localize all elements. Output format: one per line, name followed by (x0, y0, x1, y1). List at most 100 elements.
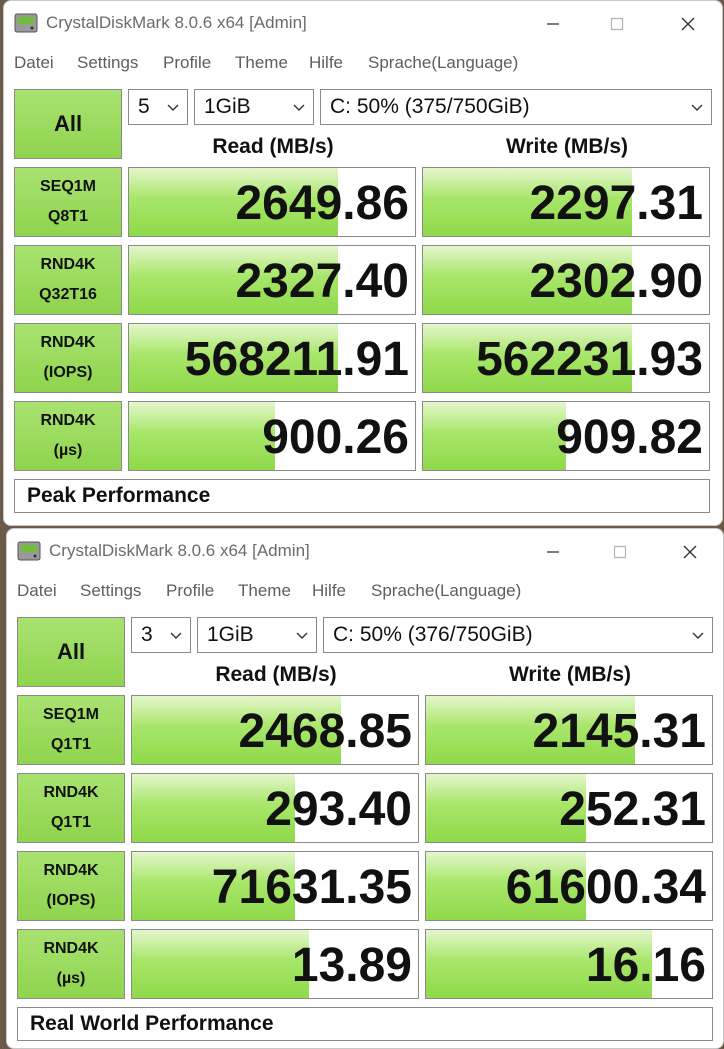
write-result-value: 2145.31 (532, 705, 706, 758)
read-result-value: 568211.91 (184, 333, 409, 386)
app-disk-icon (14, 13, 38, 33)
test-count-select[interactable]: 5 (128, 89, 188, 125)
test-rnd4k-q32t16-button[interactable]: RND4K Q32T16 (14, 245, 122, 315)
chevron-down-icon (692, 632, 704, 639)
read-result-cell: 900.26 (128, 401, 416, 471)
title-bar[interactable]: CrystalDiskMark 8.0.6 x64 [Admin] (4, 1, 722, 47)
close-button[interactable] (668, 9, 708, 39)
menu-theme[interactable]: Theme (238, 581, 291, 601)
menu-profile[interactable]: Profile (163, 53, 211, 73)
row-label-line2: (µs) (56, 970, 86, 987)
read-result-cell: 2327.40 (128, 245, 416, 315)
test-rnd4k-iops-button[interactable]: RND4K (IOPS) (17, 851, 125, 921)
test-seq1m-q1t1-button[interactable]: SEQ1M Q1T1 (17, 695, 125, 765)
read-result-bar (132, 930, 310, 998)
close-icon (683, 545, 697, 559)
test-count-value: 3 (141, 623, 153, 646)
menu-profile[interactable]: Profile (166, 581, 214, 601)
read-header: Read (MB/s) (215, 663, 337, 686)
read-result-value: 71631.35 (211, 861, 412, 914)
minimize-button[interactable] (533, 537, 573, 567)
row-label-line1: RND4K (40, 412, 96, 429)
read-result-cell: 13.89 (131, 929, 419, 999)
write-result-cell: 2302.90 (422, 245, 710, 315)
menu-bar: Datei Settings Profile Theme Hilfe Sprac… (4, 49, 722, 77)
app-disk-icon (17, 541, 41, 561)
read-result-bar (129, 402, 275, 470)
profile-comment-field[interactable]: Peak Performance (14, 479, 710, 513)
menu-language[interactable]: Sprache(Language) (371, 581, 521, 601)
read-result-cell: 71631.35 (131, 851, 419, 921)
test-size-select[interactable]: 1GiB (194, 89, 314, 125)
run-all-button[interactable]: All (14, 89, 122, 159)
read-result-cell: 2649.86 (128, 167, 416, 237)
row-label-line2: Q32T16 (39, 286, 97, 303)
row-label-line1: RND4K (43, 940, 99, 957)
maximize-icon (613, 545, 627, 559)
test-rnd4k-iops-button[interactable]: RND4K (IOPS) (14, 323, 122, 393)
row-label-line2: Q1T1 (50, 814, 91, 831)
cdm-window-peak: CrystalDiskMark 8.0.6 x64 [Admin] Datei … (3, 0, 723, 526)
write-result-cell: 562231.93 (422, 323, 710, 393)
title-bar[interactable]: CrystalDiskMark 8.0.6 x64 [Admin] (7, 529, 723, 575)
benchmark-panel: All 5 1GiB C: 50% (375/750GiB) Read (MB/… (4, 81, 722, 525)
write-result-cell: 2145.31 (425, 695, 713, 765)
read-header: Read (MB/s) (212, 135, 334, 158)
chevron-down-icon (170, 632, 182, 639)
write-header: Write (MB/s) (508, 663, 632, 686)
menu-settings[interactable]: Settings (77, 53, 138, 73)
maximize-button[interactable] (597, 9, 637, 39)
test-seq1m-q8t1-button[interactable]: SEQ1M Q8T1 (14, 167, 122, 237)
menu-datei[interactable]: Datei (17, 581, 57, 601)
write-result-value: 252.31 (559, 783, 706, 836)
test-size-select[interactable]: 1GiB (197, 617, 317, 653)
read-result-cell: 293.40 (131, 773, 419, 843)
chevron-down-icon (296, 632, 308, 639)
run-all-button[interactable]: All (17, 617, 125, 687)
write-result-cell: 61600.34 (425, 851, 713, 921)
chevron-down-icon (167, 104, 179, 111)
row-label-line2: Q8T1 (47, 208, 88, 225)
minimize-button[interactable] (533, 9, 573, 39)
read-result-value: 293.40 (265, 783, 412, 836)
row-label-line1: RND4K (40, 334, 96, 351)
test-rnd4k-q1t1-button[interactable]: RND4K Q1T1 (17, 773, 125, 843)
menu-datei[interactable]: Datei (14, 53, 54, 73)
maximize-button[interactable] (600, 537, 640, 567)
drive-select[interactable]: C: 50% (376/750GiB) (323, 617, 713, 653)
menu-hilfe[interactable]: Hilfe (309, 53, 343, 73)
write-header: Write (MB/s) (505, 135, 629, 158)
row-label-line2: (IOPS) (46, 892, 96, 909)
test-count-select[interactable]: 3 (131, 617, 191, 653)
benchmark-panel: All 3 1GiB C: 50% (376/750GiB) Read (MB/… (7, 609, 723, 1048)
drive-select[interactable]: C: 50% (375/750GiB) (320, 89, 712, 125)
read-result-cell: 2468.85 (131, 695, 419, 765)
minimize-icon (547, 23, 559, 25)
row-label-line1: RND4K (43, 784, 99, 801)
read-result-value: 2468.85 (238, 705, 412, 758)
write-result-cell: 252.31 (425, 773, 713, 843)
chevron-down-icon (691, 104, 703, 111)
test-count-value: 5 (138, 95, 150, 118)
close-button[interactable] (670, 537, 710, 567)
test-rnd4k-latency-button[interactable]: RND4K (µs) (17, 929, 125, 999)
menu-theme[interactable]: Theme (235, 53, 288, 73)
row-label-line1: SEQ1M (42, 706, 99, 723)
row-label-line1: RND4K (40, 256, 96, 273)
write-result-value: 2297.31 (529, 177, 703, 230)
menu-settings[interactable]: Settings (80, 581, 141, 601)
menu-hilfe[interactable]: Hilfe (312, 581, 346, 601)
menu-bar: Datei Settings Profile Theme Hilfe Sprac… (7, 577, 723, 605)
read-result-cell: 568211.91 (128, 323, 416, 393)
row-label-line1: RND4K (43, 862, 99, 879)
test-rnd4k-latency-button[interactable]: RND4K (µs) (14, 401, 122, 471)
profile-comment-field[interactable]: Real World Performance (17, 1007, 713, 1041)
write-result-cell: 16.16 (425, 929, 713, 999)
row-label-line2: (IOPS) (43, 364, 93, 381)
write-result-value: 16.16 (585, 939, 706, 992)
menu-language[interactable]: Sprache(Language) (368, 53, 518, 73)
drive-value: C: 50% (375/750GiB) (330, 95, 530, 118)
row-label-line1: SEQ1M (39, 178, 96, 195)
read-result-value: 900.26 (262, 411, 409, 464)
write-result-cell: 909.82 (422, 401, 710, 471)
